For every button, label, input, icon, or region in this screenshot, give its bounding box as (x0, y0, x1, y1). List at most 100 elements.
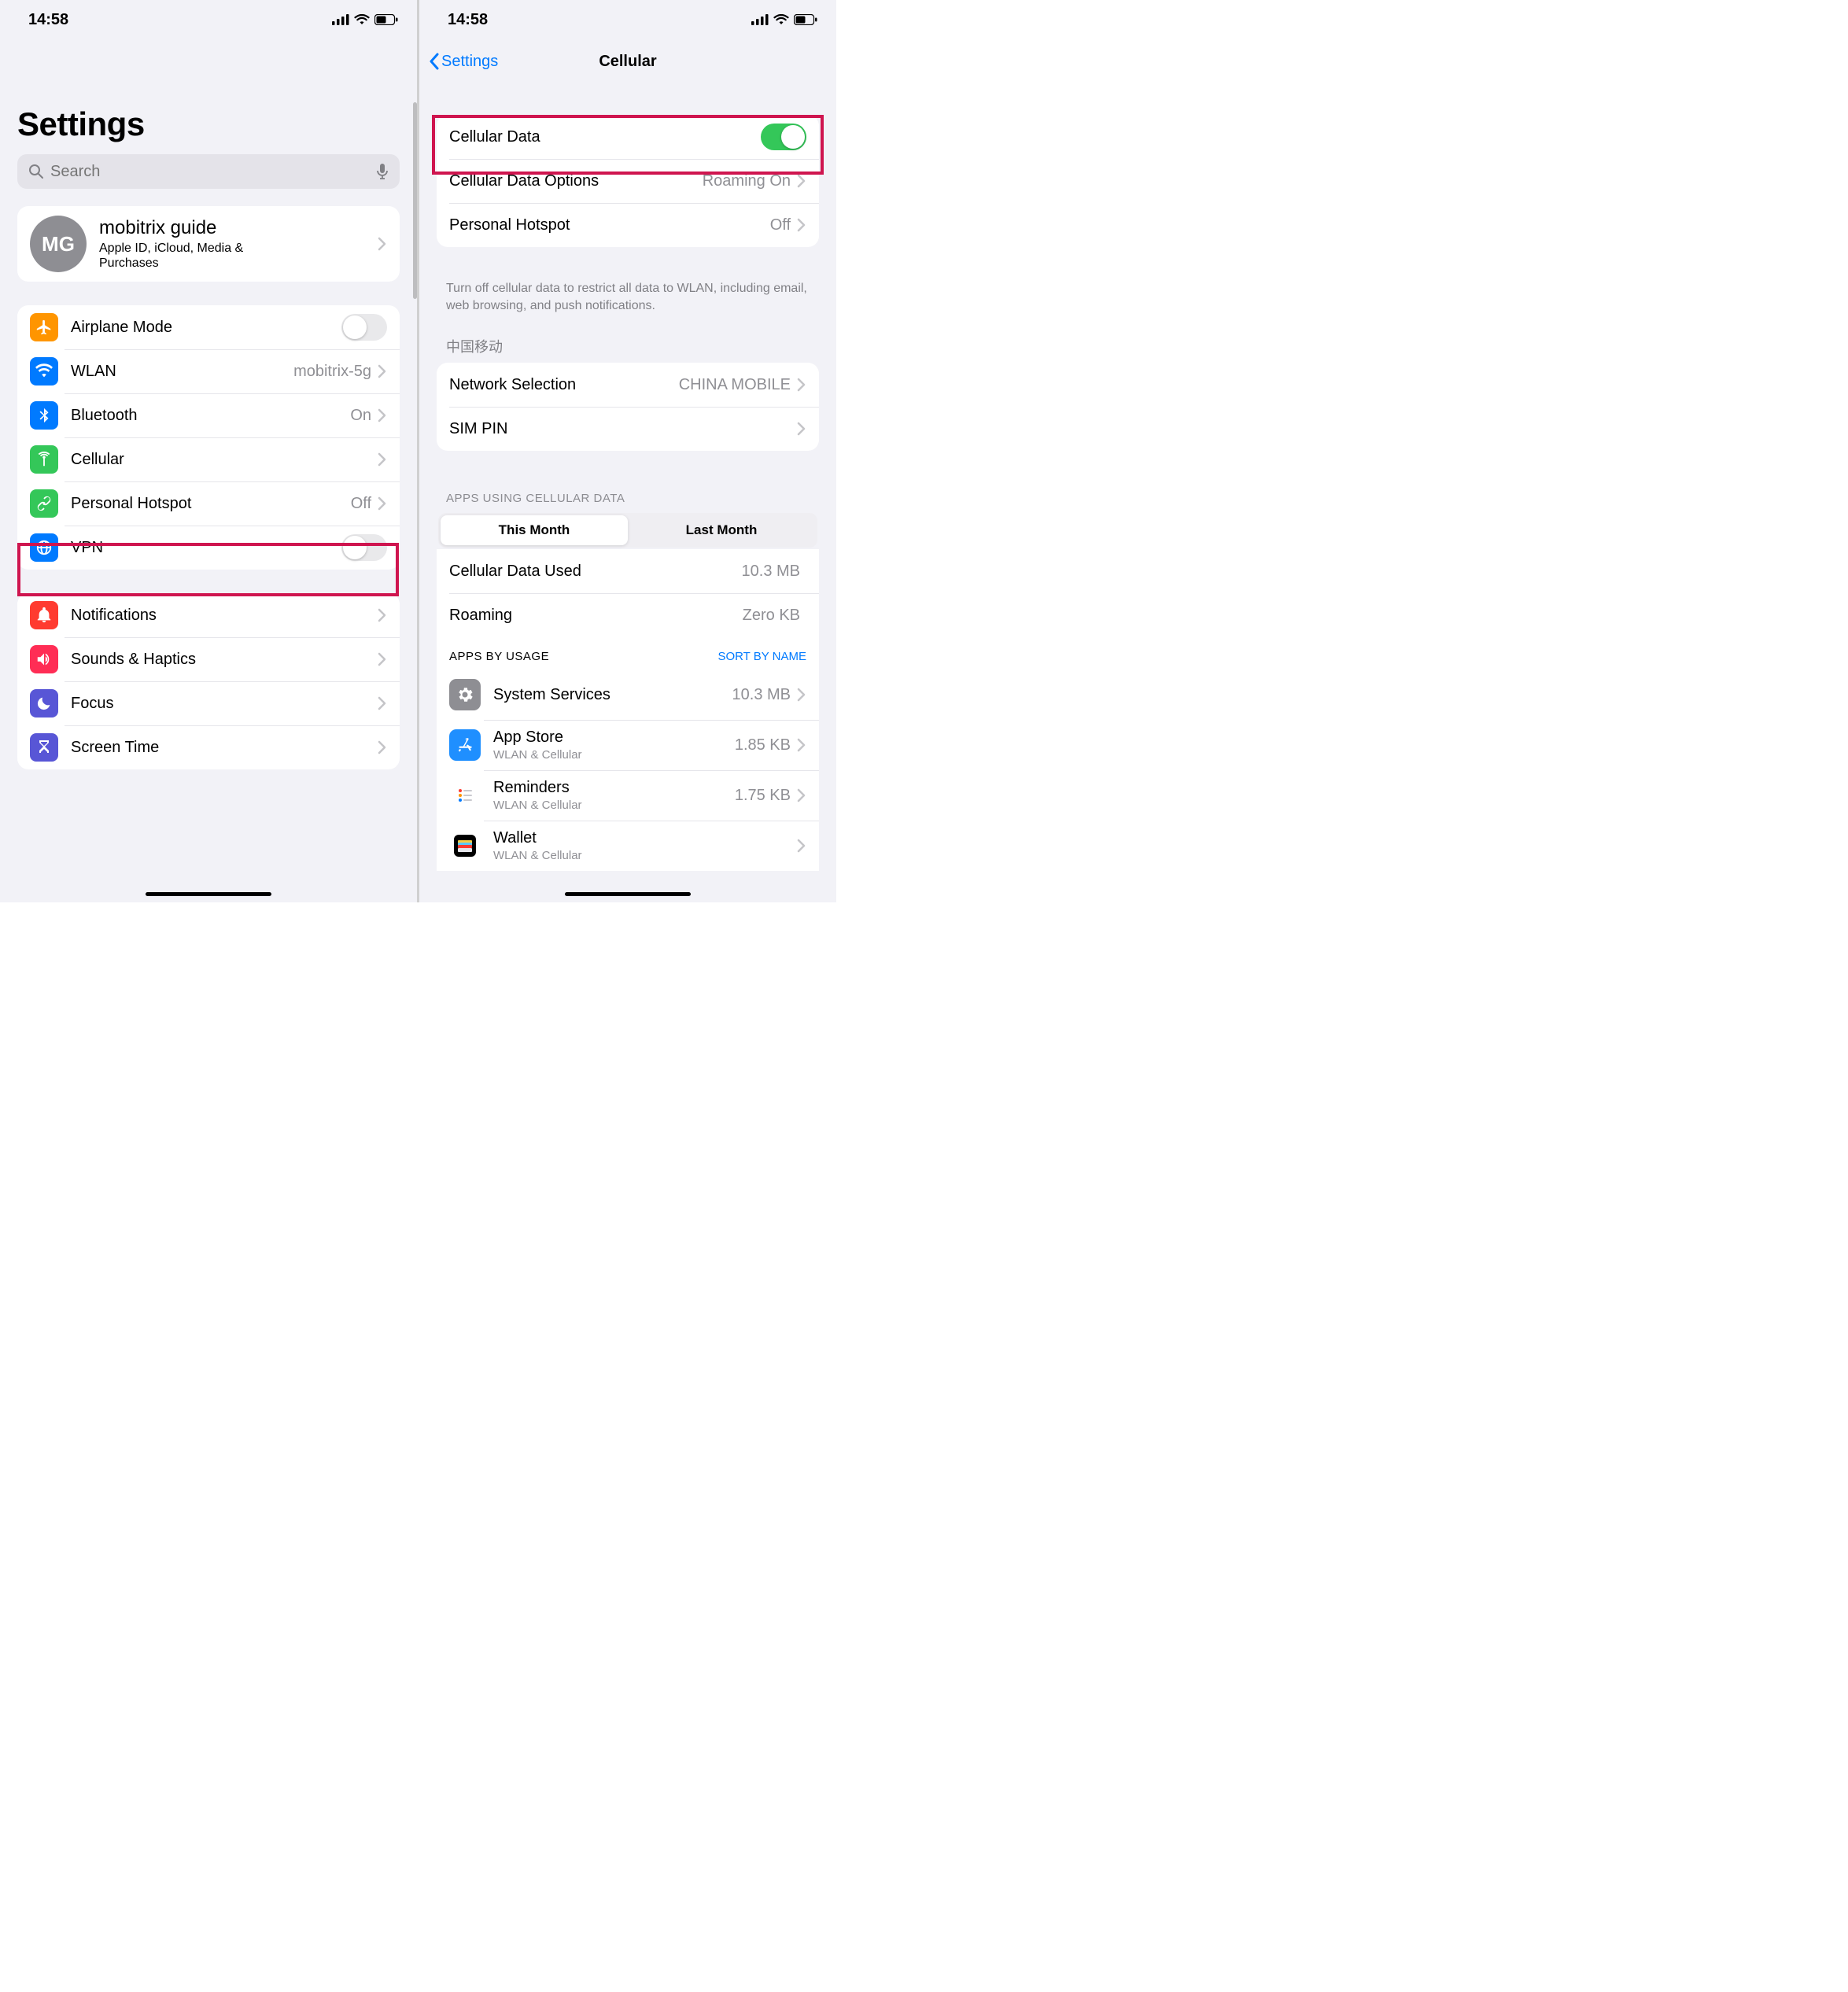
usage-group: Cellular Data Used10.3 MBRoamingZero KB A… (437, 549, 819, 871)
bell-icon (30, 601, 58, 629)
chevron-right-icon (797, 378, 806, 392)
wifi-icon (30, 357, 58, 385)
row-label: SIM PIN (449, 420, 797, 438)
chevron-right-icon (378, 364, 387, 378)
phone-right-cellular: 14:58 Settings Cellular Cellular DataCel… (419, 0, 836, 902)
row-label: Bluetooth (71, 407, 350, 425)
row-vpn[interactable]: VPN (17, 526, 400, 570)
chevron-right-icon (378, 496, 387, 511)
apps-by-label: APPS BY USAGE (449, 650, 549, 663)
segment-last-month[interactable]: Last Month (628, 515, 815, 545)
apps-using-header: APPS USING CELLULAR DATA (419, 474, 836, 511)
row-network-selection[interactable]: Network SelectionCHINA MOBILE (437, 363, 819, 407)
row-cellular-data-used[interactable]: Cellular Data Used10.3 MB (437, 549, 819, 593)
nav-bar: Settings Cellular (419, 39, 836, 83)
microphone-icon[interactable] (376, 163, 389, 180)
carrier-group: Network SelectionCHINA MOBILE SIM PIN (437, 363, 819, 451)
reminders-app-icon (449, 780, 481, 811)
row-roaming[interactable]: RoamingZero KB (437, 593, 819, 637)
link-icon (30, 489, 58, 518)
cellular-signal-icon (332, 14, 349, 25)
wifi-icon (773, 14, 789, 25)
row-personal-hotspot[interactable]: Personal HotspotOff (17, 481, 400, 526)
app-row-reminders[interactable]: RemindersWLAN & Cellular1.75 KB (437, 770, 819, 821)
bluetooth-icon (30, 401, 58, 430)
toggle[interactable] (341, 534, 387, 561)
sort-by-name-button[interactable]: SORT BY NAME (717, 650, 806, 663)
chevron-right-icon (797, 688, 806, 702)
row-personal-hotspot[interactable]: Personal HotspotOff (437, 203, 819, 247)
scrollbar-indicator[interactable] (413, 102, 417, 299)
row-cellular-data-options[interactable]: Cellular Data OptionsRoaming On (437, 159, 819, 203)
row-wlan[interactable]: WLANmobitrix-5g (17, 349, 400, 393)
row-value: mobitrix-5g (293, 363, 371, 381)
app-value: 1.85 KB (735, 736, 791, 754)
row-value: CHINA MOBILE (679, 376, 791, 394)
row-notifications[interactable]: Notifications (17, 593, 400, 637)
search-input[interactable] (50, 163, 370, 181)
row-sim-pin[interactable]: SIM PIN (437, 407, 819, 451)
chevron-right-icon (378, 652, 387, 666)
row-label: Personal Hotspot (449, 216, 770, 234)
wifi-icon (354, 14, 370, 25)
app-subtitle: WLAN & Cellular (493, 849, 797, 862)
chevron-right-icon (378, 408, 387, 422)
row-value: Roaming On (703, 172, 791, 190)
row-value: 10.3 MB (742, 563, 800, 581)
row-focus[interactable]: Focus (17, 681, 400, 725)
home-indicator[interactable] (146, 892, 271, 896)
app-name: Reminders (493, 779, 735, 797)
profile-row[interactable]: MG mobitrix guide Apple ID, iCloud, Medi… (17, 206, 400, 282)
chevron-right-icon (797, 839, 806, 853)
status-bar: 14:58 (0, 0, 417, 39)
search-icon (28, 164, 44, 179)
back-button[interactable]: Settings (429, 53, 498, 71)
profile-subtitle: Apple ID, iCloud, Media & Purchases (99, 241, 272, 271)
row-label: Cellular Data Options (449, 172, 703, 190)
hourglass-icon (30, 733, 58, 762)
gear-app-icon (449, 679, 481, 710)
app-name: App Store (493, 729, 735, 747)
toggle[interactable] (341, 314, 387, 341)
row-label: Airplane Mode (71, 319, 341, 337)
globe-icon (30, 533, 58, 562)
status-bar: 14:58 (419, 0, 836, 39)
row-label: Roaming (449, 607, 743, 625)
chevron-right-icon (797, 218, 806, 232)
airplane-icon (30, 313, 58, 341)
notifications-group: Notifications Sounds & Haptics Focus Screen… (17, 593, 400, 769)
status-time: 14:58 (28, 11, 68, 29)
chevron-right-icon (378, 237, 387, 251)
row-label: Cellular (71, 451, 378, 469)
row-sounds-haptics[interactable]: Sounds & Haptics (17, 637, 400, 681)
appstore-app-icon (449, 729, 481, 761)
home-indicator[interactable] (565, 892, 691, 896)
row-label: Notifications (71, 607, 378, 625)
connectivity-group: Airplane ModeWLANmobitrix-5gBluetoothOnC… (17, 305, 400, 570)
row-label: WLAN (71, 363, 293, 381)
toggle[interactable] (761, 124, 806, 150)
app-value: 10.3 MB (732, 686, 791, 704)
row-airplane-mode[interactable]: Airplane Mode (17, 305, 400, 349)
search-field[interactable] (17, 154, 400, 189)
app-row-app-store[interactable]: App StoreWLAN & Cellular1.85 KB (437, 720, 819, 770)
moon-icon (30, 689, 58, 717)
row-label: Focus (71, 695, 378, 713)
cellular-footer-note: Turn off cellular data to restrict all d… (419, 271, 836, 319)
segment-this-month[interactable]: This Month (441, 515, 628, 545)
app-value: 1.75 KB (735, 787, 791, 805)
app-row-system-services[interactable]: System Services10.3 MB (437, 670, 819, 720)
period-segmented[interactable]: This Month Last Month (438, 513, 817, 548)
cellular-signal-icon (751, 14, 769, 25)
row-bluetooth[interactable]: BluetoothOn (17, 393, 400, 437)
row-screen-time[interactable]: Screen Time (17, 725, 400, 769)
row-cellular[interactable]: Cellular (17, 437, 400, 481)
app-row-wallet[interactable]: WalletWLAN & Cellular (437, 821, 819, 871)
app-name: System Services (493, 686, 732, 704)
status-icons (751, 14, 817, 25)
battery-icon (374, 14, 398, 25)
row-cellular-data[interactable]: Cellular Data (437, 115, 819, 159)
chevron-right-icon (797, 174, 806, 188)
carrier-header: 中国移动 (419, 319, 836, 363)
row-value: Off (770, 216, 791, 234)
